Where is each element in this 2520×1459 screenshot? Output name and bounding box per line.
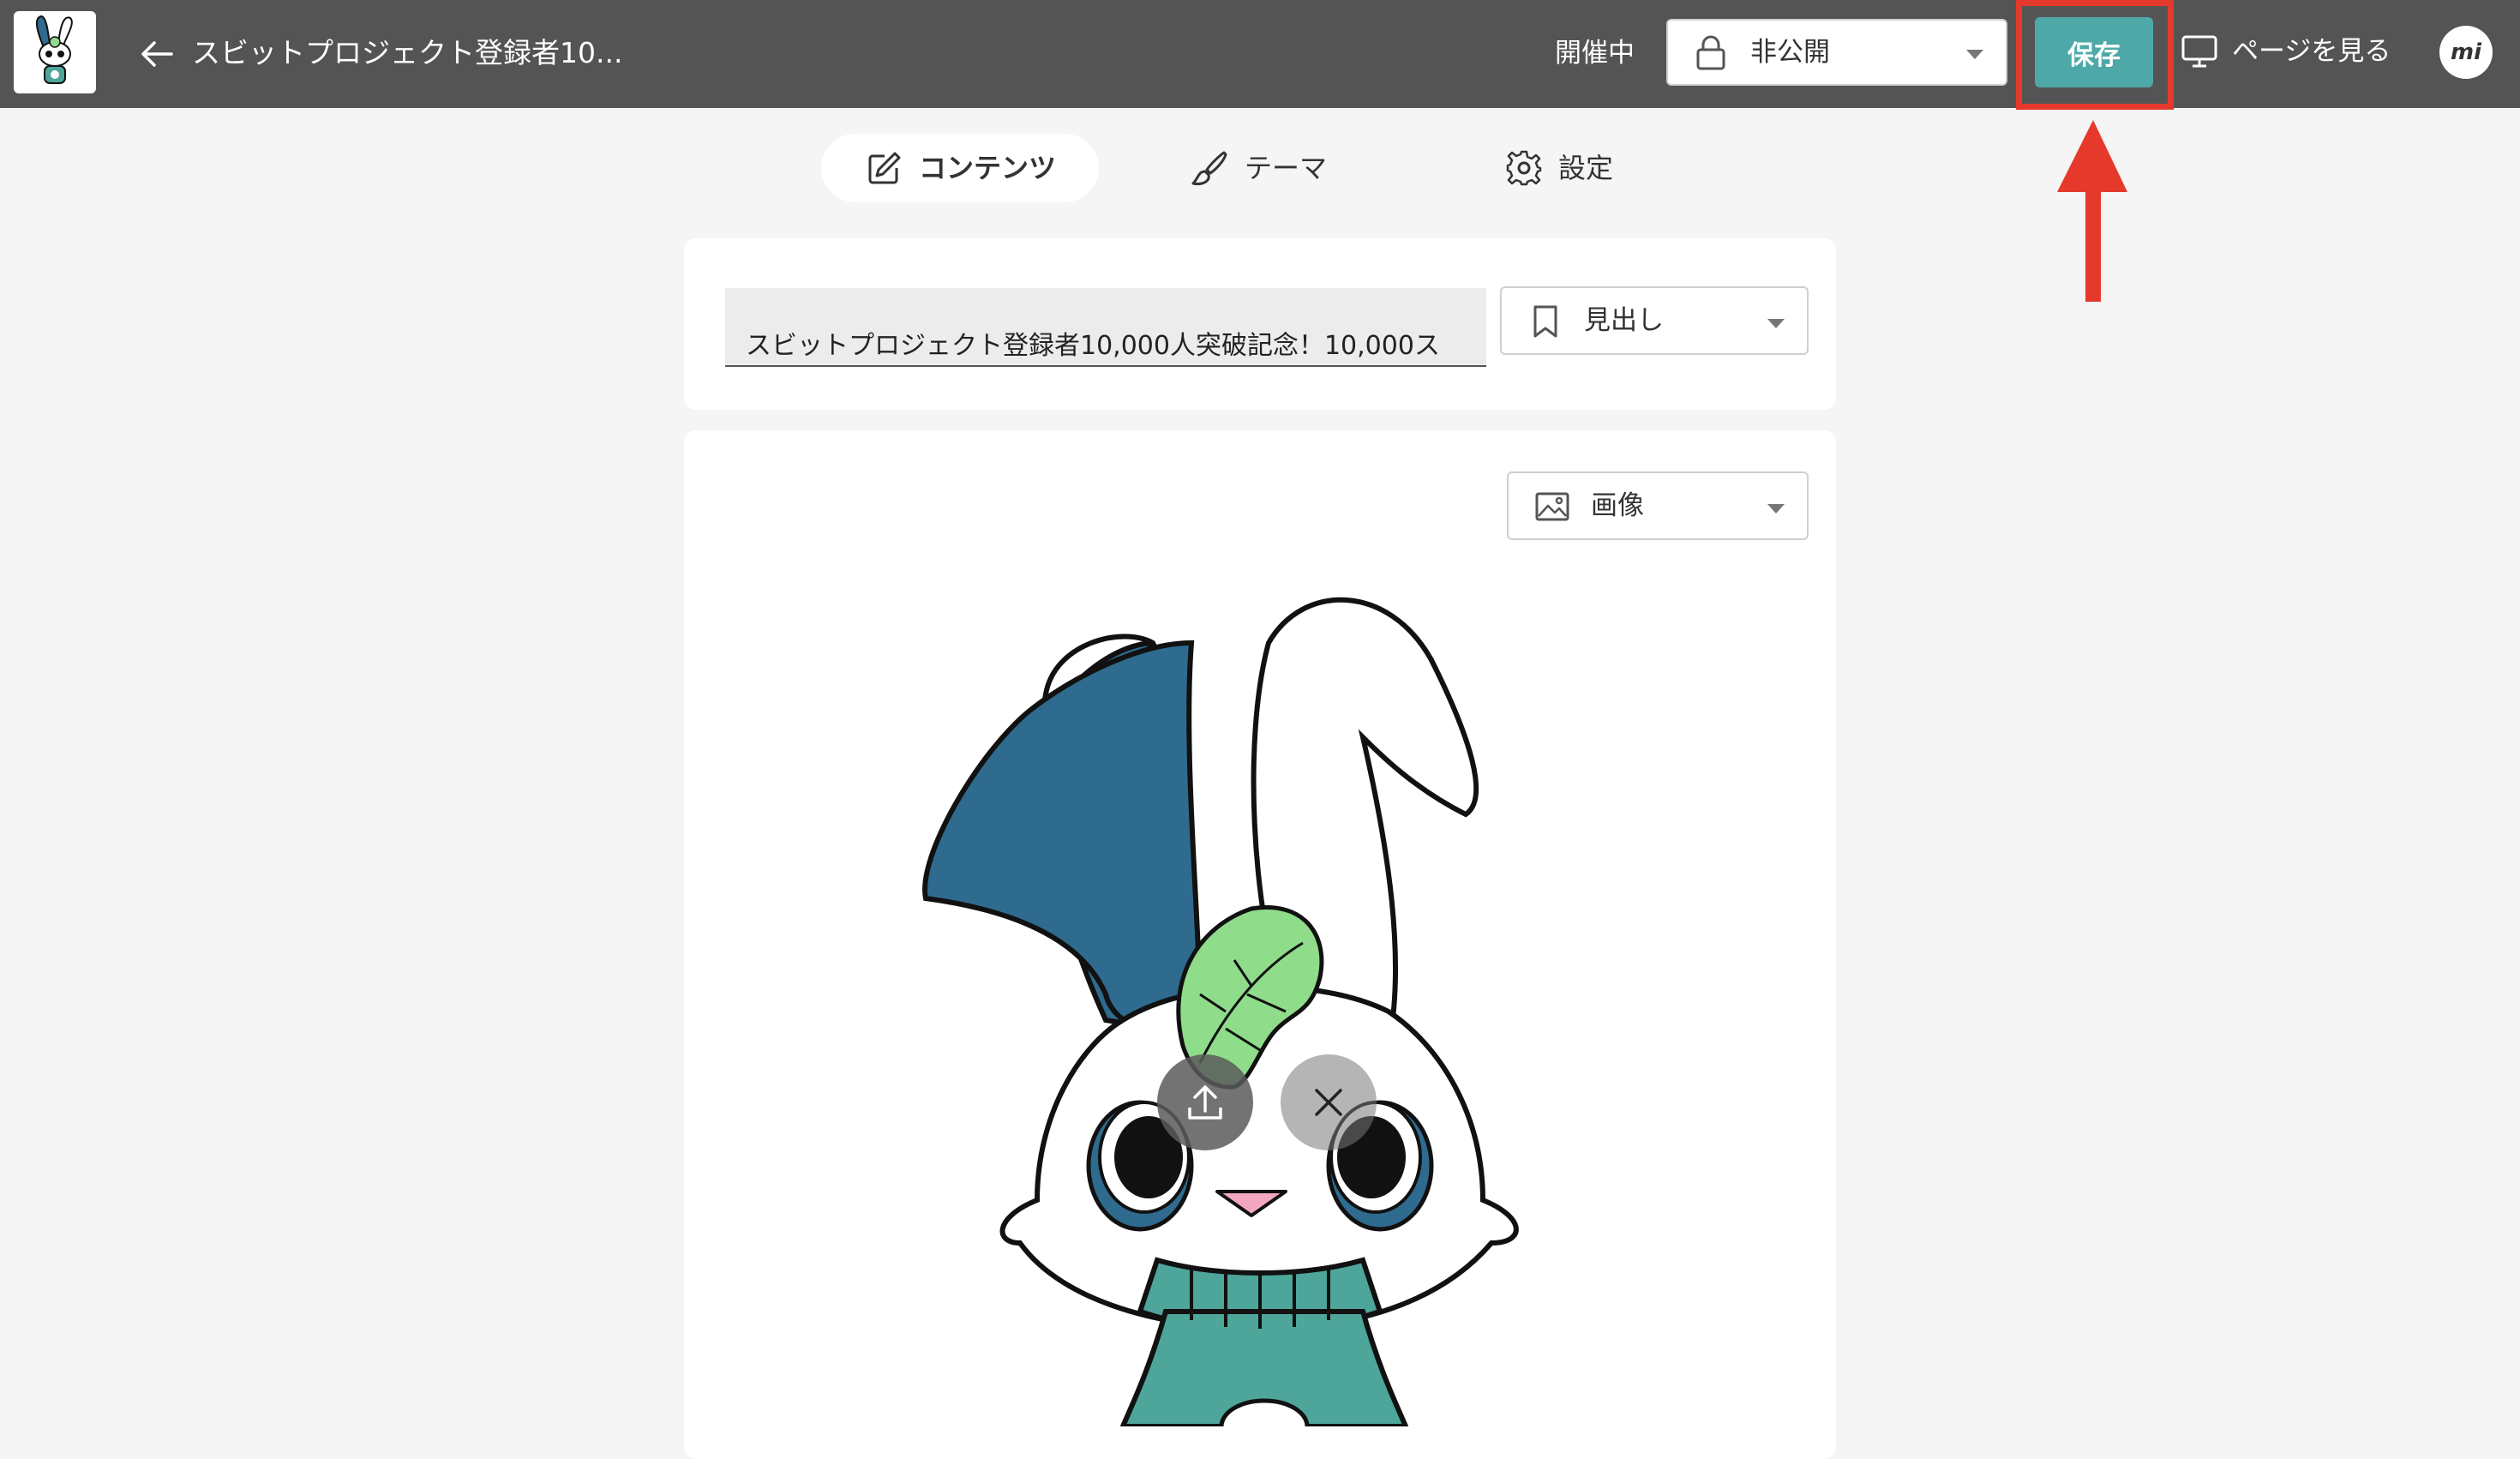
visibility-select[interactable]: 非公開: [1666, 19, 2007, 86]
image-upload-button[interactable]: [1157, 1054, 1253, 1150]
heading-block-type-select[interactable]: 見出し: [1500, 286, 1809, 355]
app-logo[interactable]: [14, 11, 96, 93]
paintbrush-icon: [1191, 151, 1227, 185]
heading-text-input[interactable]: スビットプロジェクト登録者10,000人突破記念！10,000ス: [725, 288, 1486, 367]
image-block-type-label: 画像: [1591, 490, 1644, 521]
tab-settings-label: 設定: [1558, 152, 1614, 184]
image-block-type-select[interactable]: 画像: [1507, 471, 1809, 540]
event-status-label: 開催中: [1555, 38, 1635, 69]
save-button-highlight: [2016, 0, 2174, 110]
tab-settings[interactable]: 設定: [1479, 134, 1659, 202]
tab-theme-label: テーマ: [1245, 152, 1328, 184]
upload-icon: [1188, 1085, 1222, 1120]
back-arrow-icon[interactable]: [137, 34, 177, 74]
chevron-down-icon: [1767, 504, 1785, 513]
tab-contents[interactable]: コンテンツ: [821, 134, 1099, 202]
bookmark-icon: [1533, 305, 1557, 338]
gear-icon: [1506, 150, 1542, 186]
pencil-icon: [868, 152, 901, 184]
close-icon: [1315, 1089, 1342, 1116]
image-remove-button[interactable]: [1281, 1054, 1377, 1150]
tab-theme[interactable]: テーマ: [1162, 134, 1368, 202]
tab-contents-label: コンテンツ: [919, 152, 1057, 184]
visibility-selected-value: 非公開: [1750, 37, 1830, 68]
monitor-icon: [2181, 35, 2217, 68]
lock-icon: [1696, 35, 1725, 70]
chevron-down-icon: [1767, 319, 1785, 328]
image-icon: [1535, 492, 1569, 521]
view-page-label: ページを見る: [2232, 36, 2391, 67]
mascot-image: [922, 597, 1519, 1426]
user-avatar[interactable]: mi: [2439, 26, 2493, 79]
page-title: スビットプロジェクト登録者10...: [192, 36, 623, 69]
heading-block-type-label: 見出し: [1584, 305, 1664, 336]
chevron-down-icon: [1966, 50, 1983, 59]
annotation-arrow-icon: [2057, 120, 2127, 302]
